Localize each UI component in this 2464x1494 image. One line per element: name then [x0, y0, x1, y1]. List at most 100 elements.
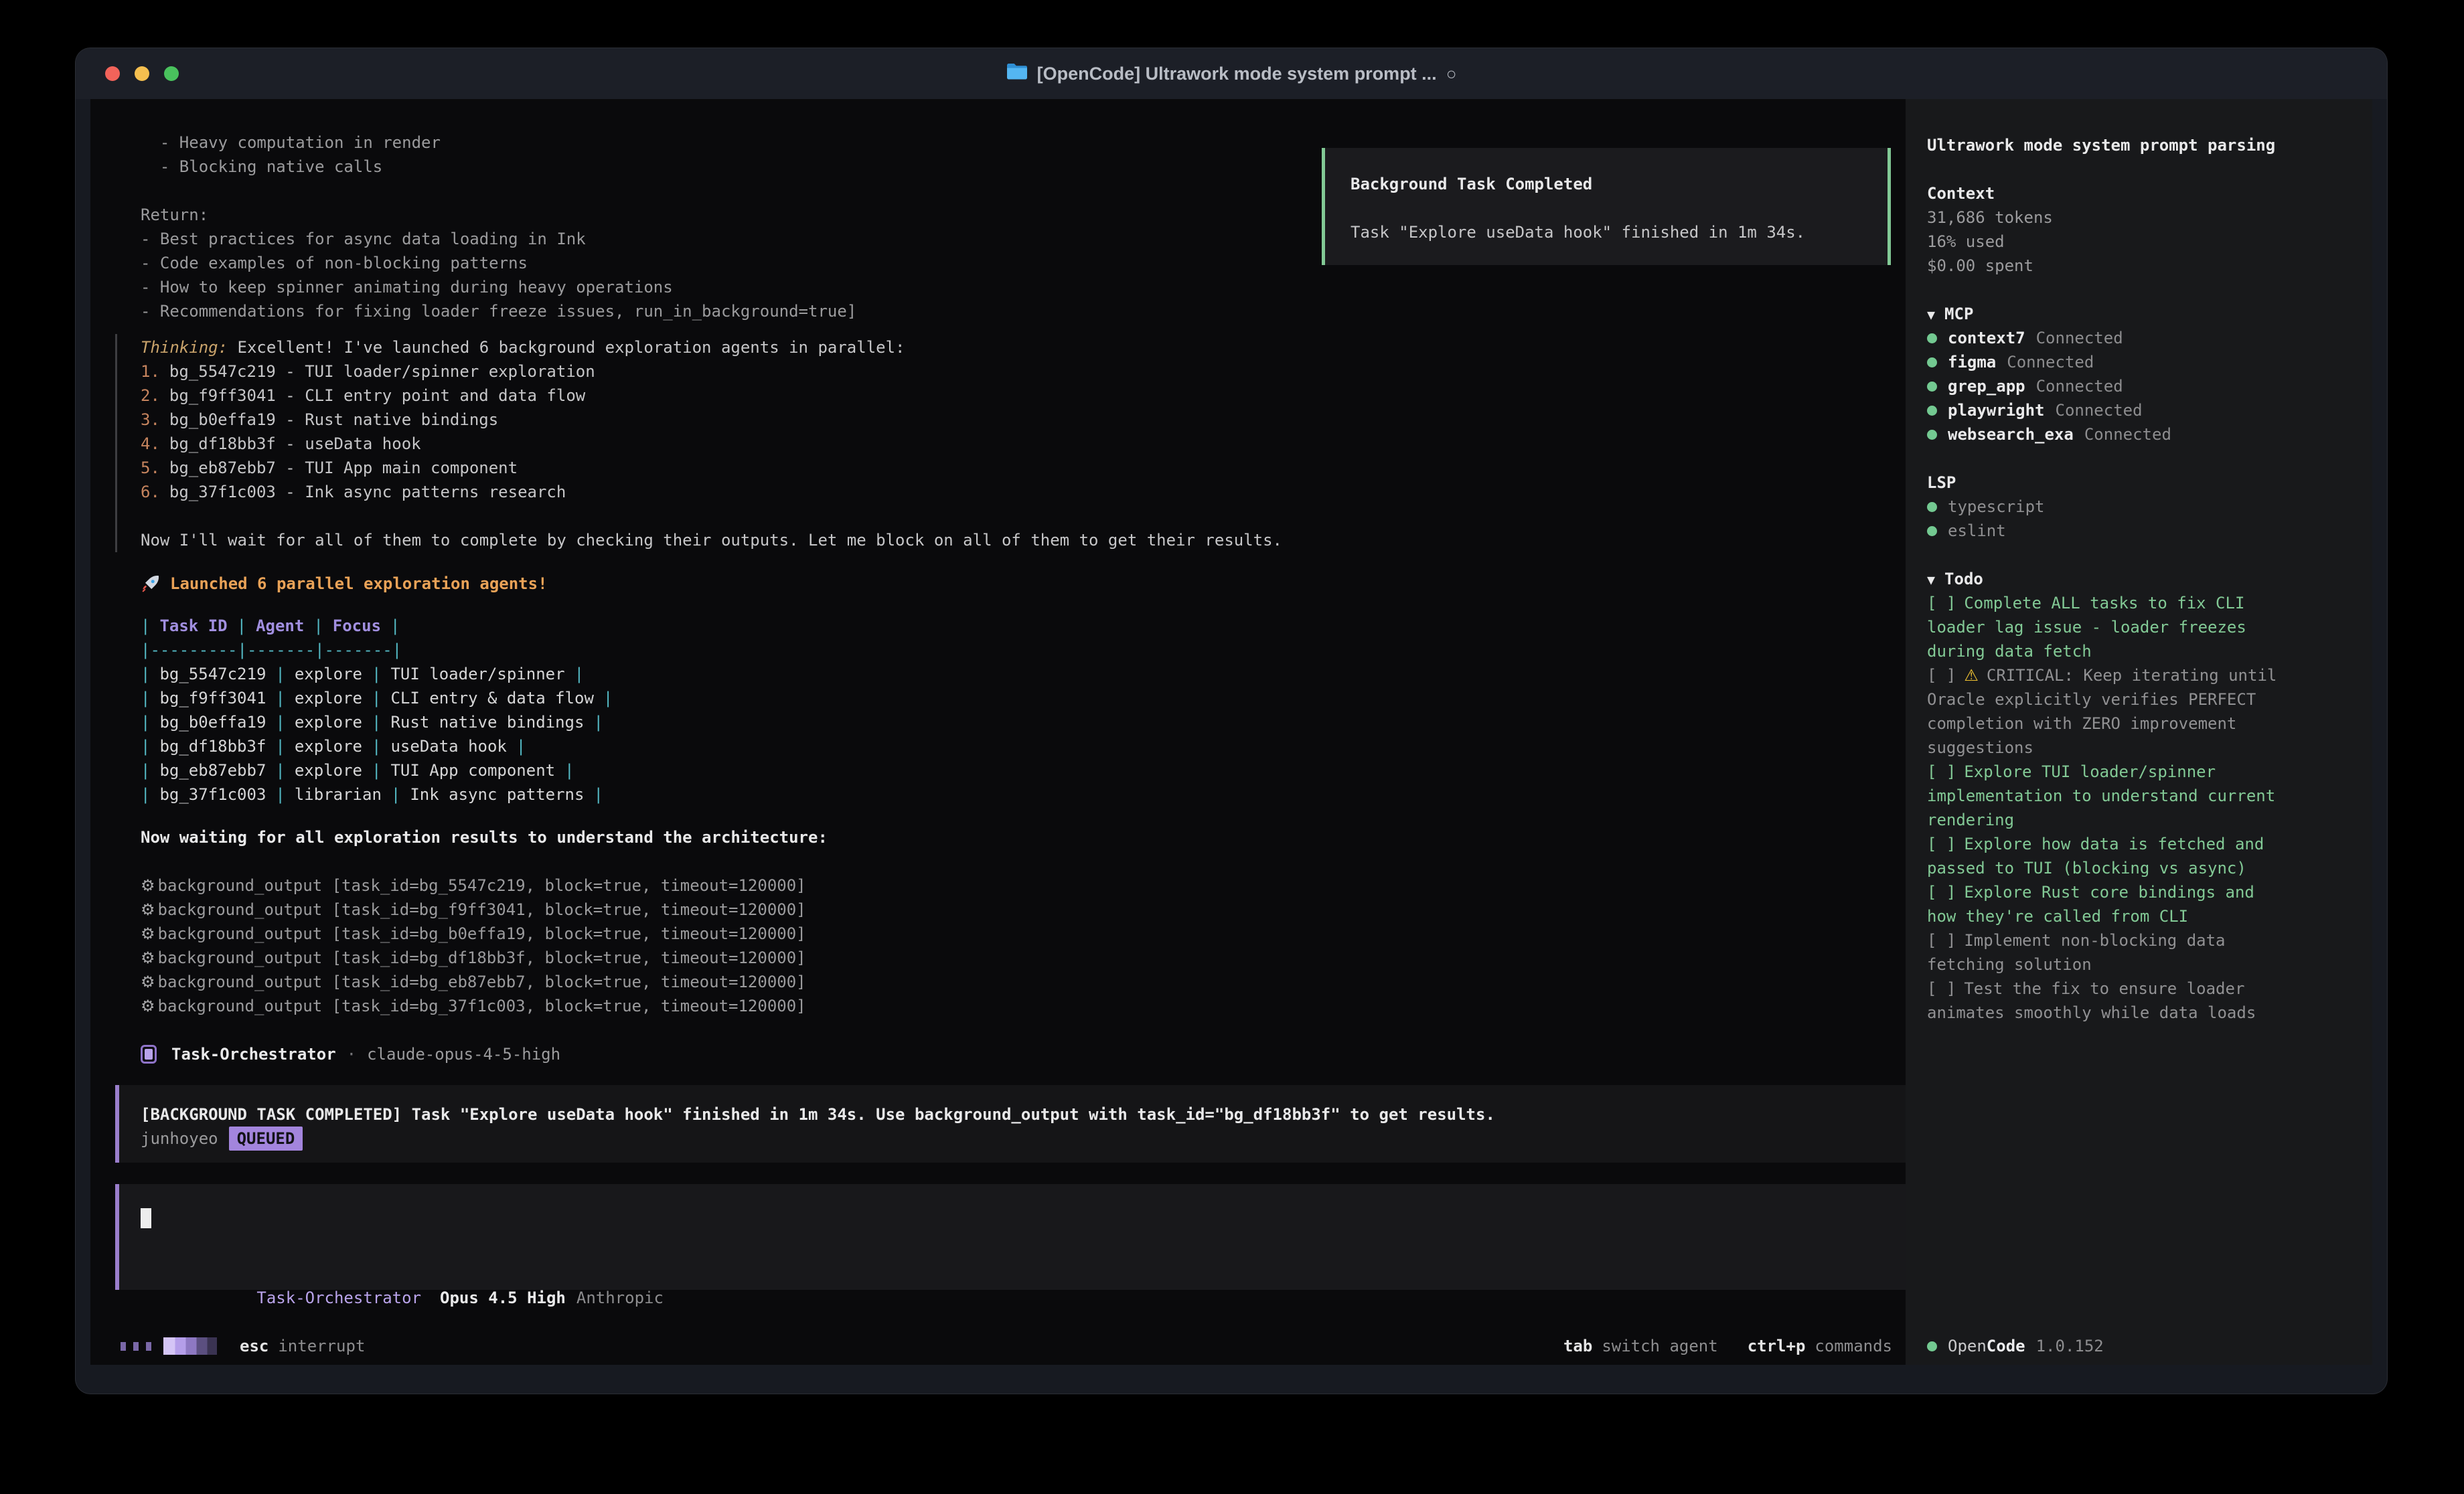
- thinking-item: 3.bg_b0effa19 - Rust native bindings: [141, 408, 1906, 432]
- thinking-item: 5.bg_eb87ebb7 - TUI App main component: [141, 456, 1906, 480]
- queued-badge: QUEUED: [229, 1127, 303, 1151]
- table-separator-row: |---------|-------|-------|: [141, 638, 1906, 662]
- todo-item: [ ]Explore TUI loader/spinner implementa…: [1927, 760, 2292, 832]
- thinking-intro: Thinking: Excellent! I've launched 6 bac…: [141, 335, 1906, 359]
- tab-key-hint: tab: [1563, 1337, 1592, 1355]
- blank-line: [1927, 278, 2348, 302]
- agent-name: Task-Orchestrator: [171, 1045, 336, 1064]
- waiting-line: Now waiting for all exploration results …: [115, 825, 1906, 849]
- todo-item: [ ]Complete ALL tasks to fix CLI loader …: [1927, 591, 2292, 663]
- session-indicator-icon: ○: [1446, 64, 1457, 84]
- background-task-toast[interactable]: Background Task Completed Task "Explore …: [1322, 148, 1891, 265]
- agent-icon: [141, 1045, 157, 1064]
- status-dot-icon: [1927, 333, 1937, 343]
- spinner-gradient-icon: [163, 1337, 217, 1355]
- table-header-row: |Task ID|Agent|Focus|: [141, 614, 1906, 638]
- thinking-block: Thinking: Excellent! I've launched 6 bac…: [115, 334, 1906, 552]
- todo-item: [ ]Explore Rust core bindings and how th…: [1927, 880, 2292, 928]
- blank-line: [1927, 543, 2348, 567]
- table-row: |bg_df18bb3f|explore|useData hook|: [141, 734, 1906, 758]
- gear-icon: ⚙: [141, 973, 155, 991]
- table-row: |bg_37f1c003|librarian|Ink async pattern…: [141, 782, 1906, 807]
- tool-call: ⚙background_output [task_id=bg_b0effa19,…: [141, 922, 1906, 946]
- brand-name: Open: [1948, 1337, 1987, 1355]
- col-task-id: Task ID: [150, 616, 236, 635]
- launch-banner-text: Launched 6 parallel exploration agents!: [170, 574, 548, 593]
- tool-call: ⚙background_output [task_id=bg_eb87ebb7,…: [141, 970, 1906, 994]
- status-dot-icon: [1927, 357, 1937, 367]
- context-used: 16% used: [1927, 230, 2348, 254]
- sidebar-footer: OpenCode 1.0.152: [1927, 1334, 2348, 1358]
- table-row: |bg_f9ff3041|explore|CLI entry & data fl…: [141, 686, 1906, 710]
- toast-title: Background Task Completed: [1351, 172, 1888, 196]
- tool-call-list: ⚙background_output [task_id=bg_5547c219,…: [115, 874, 1906, 1018]
- gear-icon: ⚙: [141, 876, 155, 895]
- text-line: - How to keep spinner animating during h…: [115, 275, 1906, 299]
- tool-call: ⚙background_output [task_id=bg_f9ff3041,…: [141, 898, 1906, 922]
- title-text: [OpenCode] Ultrawork mode system prompt …: [1037, 64, 1437, 84]
- gear-icon: ⚙: [141, 997, 155, 1015]
- gear-icon: ⚙: [141, 900, 155, 919]
- thinking-item: 6.bg_37f1c003 - Ink async patterns resea…: [141, 480, 1906, 504]
- chevron-down-icon: ▼: [1927, 572, 1935, 588]
- chevron-down-icon: ▼: [1927, 307, 1935, 323]
- todo-item: [ ]Implement non-blocking data fetching …: [1927, 928, 2292, 977]
- status-dot-icon: [1927, 382, 1937, 392]
- status-dot-icon: [1927, 526, 1937, 536]
- session-title: Ultrawork mode system prompt parsing: [1927, 133, 2348, 157]
- todo-item: [ ]⚠CRITICAL: Keep iterating until Oracl…: [1927, 663, 2292, 760]
- context-spent: $0.00 spent: [1927, 254, 2348, 278]
- session-sidebar[interactable]: Ultrawork mode system prompt parsing Con…: [1906, 99, 2372, 1365]
- input-model-name[interactable]: Opus 4.5 High: [440, 1289, 566, 1307]
- tool-call: ⚙background_output [task_id=bg_df18bb3f,…: [141, 946, 1906, 970]
- table-row: |bg_b0effa19|explore|Rust native binding…: [141, 710, 1906, 734]
- todo-item: [ ]Test the fix to ensure loader animate…: [1927, 977, 2292, 1025]
- thinking-item: 2.bg_f9ff3041 - CLI entry point and data…: [141, 384, 1906, 408]
- status-dot-icon: [1927, 1341, 1937, 1351]
- interrupt-hint: interrupt: [278, 1337, 365, 1355]
- dot-separator: ·: [347, 1045, 356, 1064]
- app-version: 1.0.152: [2036, 1337, 2104, 1355]
- terminal-main-panel[interactable]: - Heavy computation in render - Blocking…: [90, 99, 1906, 1365]
- mcp-item: playwrightConnected: [1927, 398, 2348, 422]
- text-line: - Recommendations for fixing loader free…: [115, 299, 1906, 323]
- prompt-input-area[interactable]: Task-OrchestratorOpus 4.5 HighAnthropic: [115, 1184, 1906, 1290]
- maximize-button[interactable]: [164, 66, 179, 81]
- switch-agent-hint: switch agent: [1602, 1337, 1717, 1355]
- status-dot-icon: [1927, 430, 1937, 440]
- blank-line: [141, 504, 1906, 528]
- minimize-button[interactable]: [135, 66, 149, 81]
- window-title: [OpenCode] Ultrawork mode system prompt …: [1006, 62, 1457, 85]
- table-row: |bg_5547c219|explore|TUI loader/spinner|: [141, 662, 1906, 686]
- todo-item: [ ]Explore how data is fetched and passe…: [1927, 832, 2292, 880]
- context-tokens: 31,686 tokens: [1927, 205, 2348, 230]
- task-table: |Task ID|Agent|Focus| |---------|-------…: [115, 614, 1906, 807]
- mcp-item: websearch_exaConnected: [1927, 422, 2348, 446]
- toast-body: Task "Explore useData hook" finished in …: [1351, 220, 1888, 244]
- input-agent-name[interactable]: Task-Orchestrator: [256, 1289, 421, 1307]
- blank-line: [1927, 157, 2348, 181]
- status-dot-icon: [1927, 406, 1937, 416]
- input-agent-line: Task-OrchestratorOpus 4.5 HighAnthropic: [141, 1262, 1892, 1286]
- thinking-wait-line: Now I'll wait for all of them to complet…: [141, 528, 1906, 552]
- agent-model: claude-opus-4-5-high: [367, 1045, 560, 1064]
- lsp-section-header: LSP: [1927, 471, 2348, 495]
- commands-hint: commands: [1815, 1337, 1892, 1355]
- input-provider-name: Anthropic: [576, 1289, 664, 1307]
- system-message-block: [BACKGROUND TASK COMPLETED] Task "Explor…: [115, 1085, 1906, 1163]
- ctrlp-key-hint: ctrl+p: [1748, 1337, 1806, 1355]
- mcp-item: context7Connected: [1927, 326, 2348, 350]
- close-button[interactable]: [105, 66, 120, 81]
- launch-banner: Launched 6 parallel exploration agents!: [115, 574, 1906, 594]
- title-bar[interactable]: [OpenCode] Ultrawork mode system prompt …: [76, 48, 2387, 99]
- todo-section-header[interactable]: ▼Todo: [1927, 567, 2348, 591]
- warning-icon: ⚠: [1964, 666, 1979, 685]
- esc-key-hint: esc: [240, 1337, 268, 1355]
- conversation-scrollback: - Heavy computation in render - Blocking…: [90, 99, 1906, 1290]
- tool-call: ⚙background_output [task_id=bg_37f1c003,…: [141, 994, 1906, 1018]
- lsp-item: typescript: [1927, 495, 2348, 519]
- mcp-section-header[interactable]: ▼MCP: [1927, 302, 2348, 326]
- mcp-item: grep_appConnected: [1927, 374, 2348, 398]
- terminal-window: [OpenCode] Ultrawork mode system prompt …: [76, 48, 2387, 1394]
- status-dot-icon: [1927, 502, 1937, 512]
